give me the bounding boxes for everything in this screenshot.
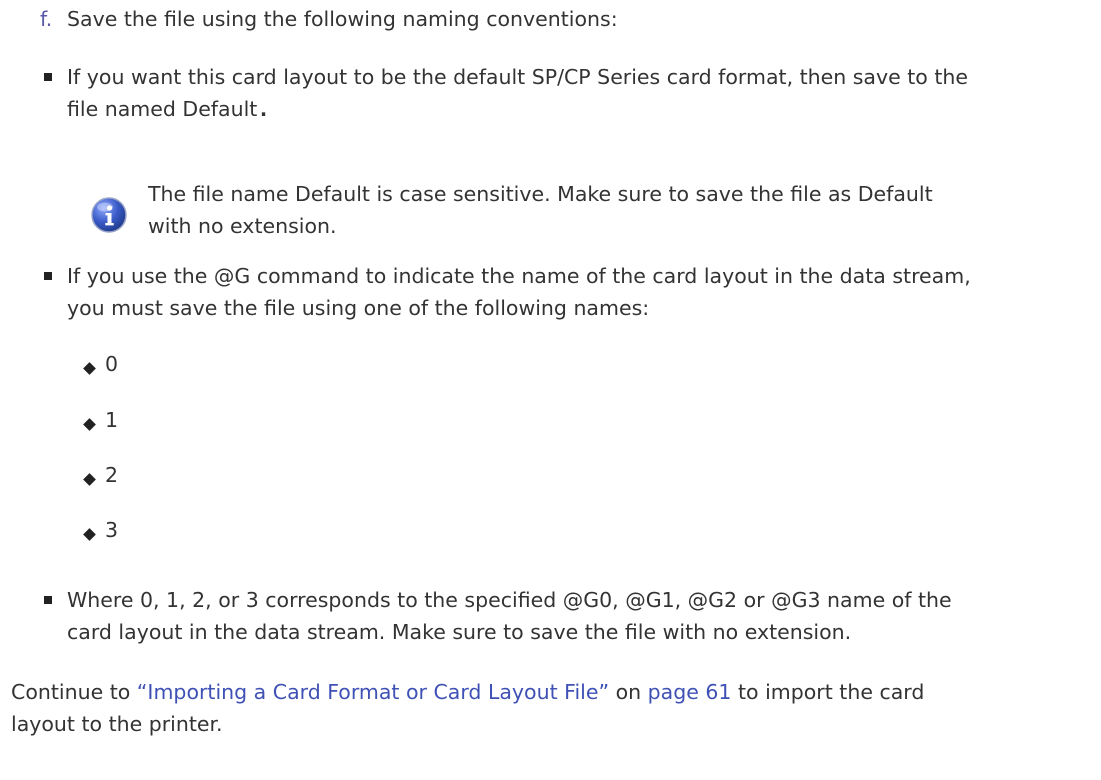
bullet-default-text: If you want this card layout to be the d… bbox=[67, 61, 968, 125]
square-bullet-icon bbox=[44, 272, 52, 280]
page-link[interactable]: page 61 bbox=[648, 680, 732, 704]
continue-prefix: Continue to bbox=[11, 680, 137, 704]
name-item: 0 bbox=[105, 352, 119, 376]
bullet-default-line1: If you want this card layout to be the d… bbox=[67, 65, 968, 89]
note-line1: The file name Default is case sensitive.… bbox=[148, 182, 933, 206]
note-line2: with no extension. bbox=[148, 214, 337, 238]
name-item: 2 bbox=[105, 463, 119, 487]
bullet-default-line2-text: file named Default bbox=[67, 97, 258, 121]
step-text: Save the file using the following naming… bbox=[67, 7, 618, 31]
continue-mid: on bbox=[609, 680, 648, 704]
bullet-where-text: Where 0, 1, 2, or 3 corresponds to the s… bbox=[67, 584, 952, 648]
continue-suffix: to import the card bbox=[731, 680, 925, 704]
diamond-bullet-icon bbox=[83, 528, 96, 541]
continue-line2: layout to the printer. bbox=[11, 712, 223, 736]
diamond-bullet-icon bbox=[83, 473, 96, 486]
continue-paragraph: Continue to “Importing a Card Format or … bbox=[11, 676, 924, 740]
bullet-gcommand-line2: you must save the file using one of the … bbox=[67, 296, 650, 320]
bullet-where-line2: card layout in the data stream. Make sur… bbox=[67, 620, 852, 644]
bullet-gcommand-line1: If you use the @G command to indicate th… bbox=[67, 264, 971, 288]
diamond-bullet-icon bbox=[83, 362, 96, 375]
note-text: The file name Default is case sensitive.… bbox=[148, 178, 933, 242]
bullet-default-period: . bbox=[257, 97, 270, 121]
continue-line1: Continue to “Importing a Card Format or … bbox=[11, 676, 924, 708]
square-bullet-icon bbox=[44, 73, 52, 81]
importing-link[interactable]: “Importing a Card Format or Card Layout … bbox=[137, 680, 609, 704]
diamond-bullet-icon bbox=[83, 418, 96, 431]
bullet-default-line2: file named Default. bbox=[67, 93, 968, 125]
square-bullet-icon bbox=[44, 596, 52, 604]
name-item: 3 bbox=[105, 518, 119, 542]
name-item: 1 bbox=[105, 408, 119, 432]
step-letter: f. bbox=[40, 7, 53, 31]
info-icon bbox=[91, 197, 127, 233]
bullet-gcommand-text: If you use the @G command to indicate th… bbox=[67, 260, 971, 324]
bullet-where-line1: Where 0, 1, 2, or 3 corresponds to the s… bbox=[67, 588, 952, 612]
